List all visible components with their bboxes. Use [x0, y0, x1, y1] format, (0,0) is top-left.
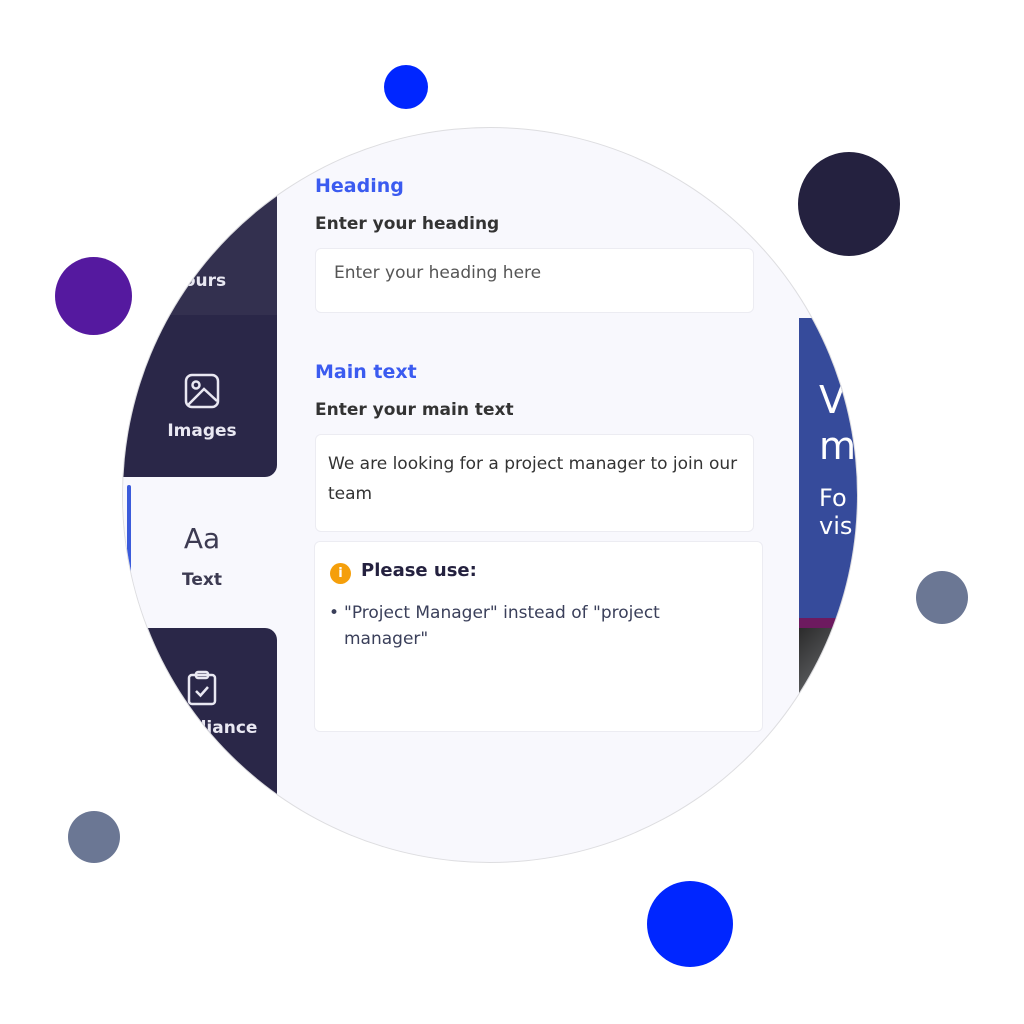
- info-icon: i: [330, 563, 351, 584]
- decorative-dot-blue-large: [647, 881, 733, 967]
- sidebar-item-images[interactable]: Images: [123, 315, 277, 477]
- sidebar-item-compliance[interactable]: Compliance: [123, 628, 277, 862]
- bullet: •: [329, 603, 340, 623]
- text-aa-icon: Aa: [183, 522, 221, 555]
- preview-body-line1: Fo: [819, 484, 847, 512]
- main-text-field-label: Enter your main text: [315, 400, 514, 420]
- sidebar-item-label: Text: [182, 570, 222, 590]
- main-text-textarea[interactable]: We are looking for a project manager to …: [315, 434, 754, 532]
- ad-preview: V m Fo vis: [799, 318, 857, 618]
- image-icon: [184, 373, 220, 413]
- main-text-section-title: Main text: [315, 361, 417, 383]
- preview-headline-line2: m: [819, 424, 857, 468]
- heading-section-title: Heading: [315, 175, 404, 197]
- heading-field-label: Enter your heading: [315, 214, 500, 234]
- sidebar-item-text[interactable]: Aa Text: [123, 485, 277, 627]
- main-text-value: We are looking for a project manager to …: [328, 454, 738, 504]
- active-indicator: [127, 485, 131, 595]
- magnified-view: Colours Images Aa Text Compliance Headin…: [123, 128, 857, 862]
- notice-list: • "Project Manager" instead of "project …: [329, 600, 729, 652]
- sidebar-item-colours[interactable]: Colours: [123, 128, 277, 315]
- editor-app: Colours Images Aa Text Compliance Headin…: [123, 128, 857, 862]
- sidebar-item-label: Images: [167, 421, 237, 441]
- clipboard-check-icon: [187, 670, 217, 710]
- decorative-dot-blue-small: [384, 65, 428, 109]
- sidebar-item-label: Colours: [153, 271, 227, 291]
- preview-image: [799, 628, 857, 708]
- style-guide-notice: i Please use: • "Project Manager" instea…: [314, 541, 763, 732]
- preview-accent-strip: [799, 618, 857, 628]
- notice-item: "Project Manager" instead of "project ma…: [344, 603, 660, 649]
- heading-input-placeholder: Enter your heading here: [334, 263, 542, 283]
- notice-title: Please use:: [361, 560, 477, 581]
- heading-input[interactable]: Enter your heading here: [315, 248, 754, 313]
- decorative-dot-purple: [55, 257, 132, 335]
- preview-body-line2: vis: [819, 512, 853, 540]
- preview-headline-line1: V: [819, 378, 845, 422]
- decorative-dot-slate-left: [68, 811, 120, 863]
- sidebar-item-label: Compliance: [146, 718, 258, 738]
- decorative-dot-slate-right: [916, 571, 968, 624]
